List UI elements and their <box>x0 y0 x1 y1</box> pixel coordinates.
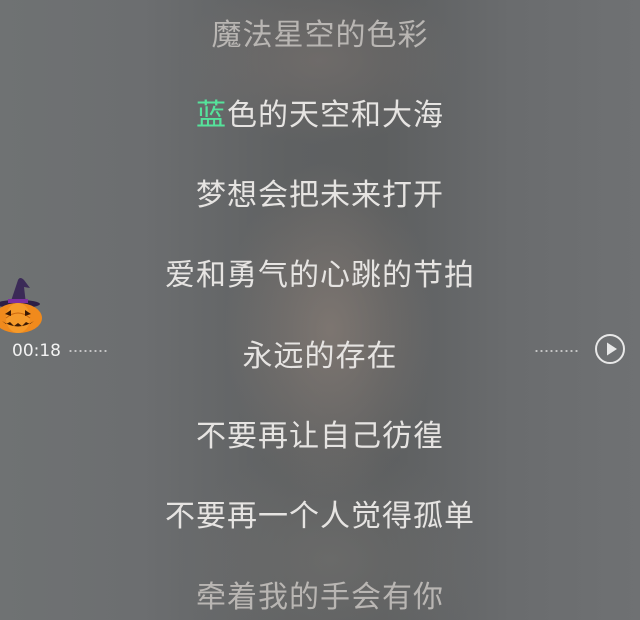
halloween-pumpkin-icon <box>0 278 42 333</box>
lyric-line-centered: 永远的存在 <box>242 339 398 374</box>
lyrics-screen: 魔法星空的色彩 蓝色的天空和大海 梦想会把未来打开 爱和勇气的心跳的节拍 永远的… <box>0 0 640 620</box>
play-circle-icon[interactable] <box>594 333 626 365</box>
seek-time-label: 00:18 <box>12 341 61 361</box>
lyric-line: 爱和勇气的心跳的节拍 <box>165 258 475 293</box>
lyric-line-current: 蓝色的天空和大海 <box>0 96 640 136</box>
lyrics-view[interactable]: 魔法星空的色彩 蓝色的天空和大海 梦想会把未来打开 爱和勇气的心跳的节拍 永远的… <box>0 0 640 620</box>
lyric-unsung-portion: 色的天空和大海 <box>227 98 444 133</box>
seek-guide-line-left <box>68 350 108 352</box>
seek-guide-line-right <box>534 350 580 352</box>
lyric-sung-portion: 蓝 <box>196 98 227 133</box>
lyric-line: 牵着我的手会有你 <box>196 580 444 615</box>
lyric-line: 不要再一个人觉得孤单 <box>165 499 475 534</box>
lyric-line: 魔法星空的色彩 <box>211 18 429 53</box>
lyric-line: 梦想会把未来打开 <box>196 178 444 213</box>
lyric-line: 不要再让自己彷徨 <box>196 419 444 454</box>
